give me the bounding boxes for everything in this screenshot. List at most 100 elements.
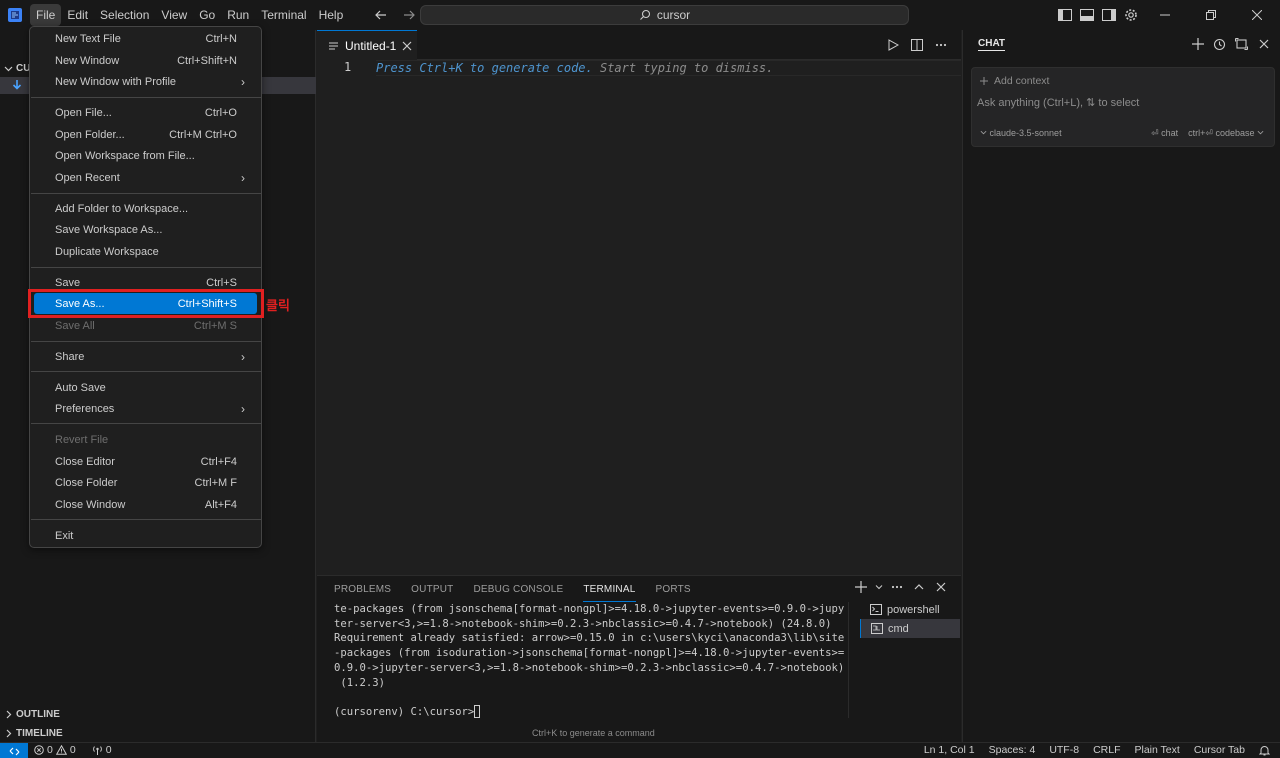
menu-item-open-file[interactable]: Open File... Ctrl+O (34, 102, 257, 123)
chat-input-box[interactable]: Add context Ask anything (Ctrl+L), ⇅ to … (971, 67, 1275, 147)
menu-item-open-recent[interactable]: Open Recent › (34, 167, 257, 188)
menu-item-duplicate-workspace[interactable]: Duplicate Workspace (34, 241, 257, 262)
chevron-down-icon[interactable] (875, 578, 883, 596)
tab-problems[interactable]: PROBLEMS (334, 580, 391, 602)
ports-status[interactable]: 0 (92, 744, 112, 756)
menu-item-auto-save[interactable]: Auto Save (34, 377, 257, 398)
menu-selection[interactable]: Selection (94, 4, 155, 26)
ports-count: 0 (105, 744, 112, 756)
more-actions-icon[interactable] (889, 578, 905, 596)
cursor-tab[interactable]: Cursor Tab (1194, 744, 1245, 756)
menu-separator (31, 371, 262, 372)
menu-item-shortcut: Ctrl+F4 (200, 455, 237, 468)
chevron-right-icon: › (241, 401, 245, 416)
menu-item-new-text-file[interactable]: New Text File Ctrl+N (34, 28, 257, 49)
menu-separator (31, 341, 262, 342)
error-icon (34, 745, 44, 755)
toggle-primary-sidebar-icon[interactable] (1054, 0, 1076, 30)
run-icon[interactable] (885, 36, 901, 54)
terminal-item-cmd[interactable]: cmd (860, 619, 960, 638)
close-icon[interactable] (402, 41, 412, 51)
editor-hint-line[interactable]: Press Ctrl+K to generate code. Start typ… (376, 60, 961, 76)
notifications-bell-icon[interactable] (1259, 745, 1270, 756)
end-of-line[interactable]: CRLF (1093, 744, 1120, 756)
tab-output[interactable]: OUTPUT (411, 580, 453, 602)
menu-go[interactable]: Go (193, 4, 221, 26)
terminal-output[interactable]: te-packages (from jsonschema[format-nong… (334, 602, 845, 720)
menu-item-label: Preferences (55, 402, 115, 415)
codebase-submit-button[interactable]: ctrl+⏎ codebase (1188, 128, 1264, 139)
chat-submit-button[interactable]: ⏎ chat (1151, 128, 1178, 139)
history-icon[interactable] (1211, 35, 1228, 53)
menu-item-preferences[interactable]: Preferences › (34, 398, 257, 419)
chevron-down-icon (0, 64, 16, 73)
menu-separator (31, 423, 262, 424)
menu-item-open-workspace[interactable]: Open Workspace from File... (34, 145, 257, 166)
minimize-icon[interactable] (1142, 0, 1188, 30)
chevron-down-icon (980, 130, 987, 135)
expand-icon[interactable] (1233, 35, 1250, 53)
tab-ports[interactable]: PORTS (656, 580, 691, 602)
chat-input[interactable]: Ask anything (Ctrl+L), ⇅ to select (977, 96, 1139, 109)
menu-item-new-window-with-profile[interactable]: New Window with Profile › (34, 71, 257, 92)
add-context-button[interactable]: Add context (980, 75, 1049, 87)
terminal-line: te-packages (from jsonschema[format-nong… (334, 603, 845, 615)
problems-status[interactable]: 0 0 (34, 744, 76, 756)
terminal-item-powershell[interactable]: powershell (860, 600, 960, 619)
maximize-panel-icon[interactable] (911, 578, 927, 596)
menu-item-shortcut: Ctrl+Shift+N (177, 54, 237, 67)
toggle-secondary-sidebar-icon[interactable] (1098, 0, 1120, 30)
menu-file[interactable]: File (30, 4, 62, 26)
outline-section-header[interactable]: OUTLINE (0, 705, 316, 723)
indentation[interactable]: Spaces: 4 (989, 744, 1036, 756)
menu-item-add-folder[interactable]: Add Folder to Workspace... (34, 198, 257, 219)
menu-item-close-window[interactable]: Close Window Alt+F4 (34, 494, 257, 515)
menu-item-revert-file[interactable]: Revert File (34, 429, 257, 450)
timeline-section-header[interactable]: TIMELINE (0, 724, 316, 742)
click-annotation: 클릭 (266, 298, 290, 313)
menu-separator (31, 193, 262, 194)
menu-item-new-window[interactable]: New Window Ctrl+Shift+N (34, 50, 257, 71)
model-selector[interactable]: claude-3.5-sonnet (980, 128, 1062, 138)
menu-item-open-folder[interactable]: Open Folder... Ctrl+M Ctrl+O (34, 124, 257, 145)
close-window-icon[interactable] (1234, 0, 1280, 30)
new-terminal-icon[interactable] (853, 578, 869, 596)
back-arrow-icon[interactable] (372, 6, 390, 24)
menu-item-save-all[interactable]: Save All Ctrl+M S (34, 315, 257, 336)
more-actions-icon[interactable] (933, 36, 949, 54)
search-icon (639, 9, 650, 20)
terminal-line: -packages (from isoduration->jsonschema[… (334, 647, 845, 660)
model-name: claude-3.5-sonnet (989, 128, 1062, 138)
tab-terminal[interactable]: TERMINAL (583, 580, 636, 602)
toggle-panel-icon[interactable] (1076, 0, 1098, 30)
gear-icon[interactable] (1120, 0, 1142, 30)
new-chat-icon[interactable] (1189, 35, 1206, 53)
menu-item-label: Auto Save (55, 381, 106, 394)
encoding[interactable]: UTF-8 (1049, 744, 1079, 756)
language-mode[interactable]: Plain Text (1134, 744, 1179, 756)
menu-item-exit[interactable]: Exit (34, 525, 257, 546)
command-center-search[interactable]: cursor (420, 5, 909, 25)
menu-edit[interactable]: Edit (61, 4, 94, 26)
warning-icon (55, 745, 67, 755)
cursor-position[interactable]: Ln 1, Col 1 (924, 744, 975, 756)
split-editor-icon[interactable] (909, 36, 925, 54)
chat-panel: CHAT Add context Ask anything (Ctrl+L), … (962, 30, 1280, 742)
menu-run[interactable]: Run (221, 4, 255, 26)
restore-icon[interactable] (1188, 0, 1234, 30)
tab-untitled-1[interactable]: Untitled-1 (317, 30, 417, 60)
menu-item-save-workspace-as[interactable]: Save Workspace As... (34, 219, 257, 240)
chat-title[interactable]: CHAT (978, 38, 1006, 51)
menu-help[interactable]: Help (313, 4, 350, 26)
menu-item-share[interactable]: Share › (34, 346, 257, 367)
close-icon[interactable] (1255, 35, 1272, 53)
menu-item-close-folder[interactable]: Close Folder Ctrl+M F (34, 472, 257, 493)
tab-debug-console[interactable]: DEBUG CONSOLE (473, 580, 563, 602)
menu-item-close-editor[interactable]: Close Editor Ctrl+F4 (34, 451, 257, 472)
menu-view[interactable]: View (155, 4, 193, 26)
menu-terminal[interactable]: Terminal (255, 4, 312, 26)
remote-indicator[interactable] (0, 743, 28, 758)
close-panel-icon[interactable] (933, 578, 949, 596)
forward-arrow-icon[interactable] (400, 6, 418, 24)
